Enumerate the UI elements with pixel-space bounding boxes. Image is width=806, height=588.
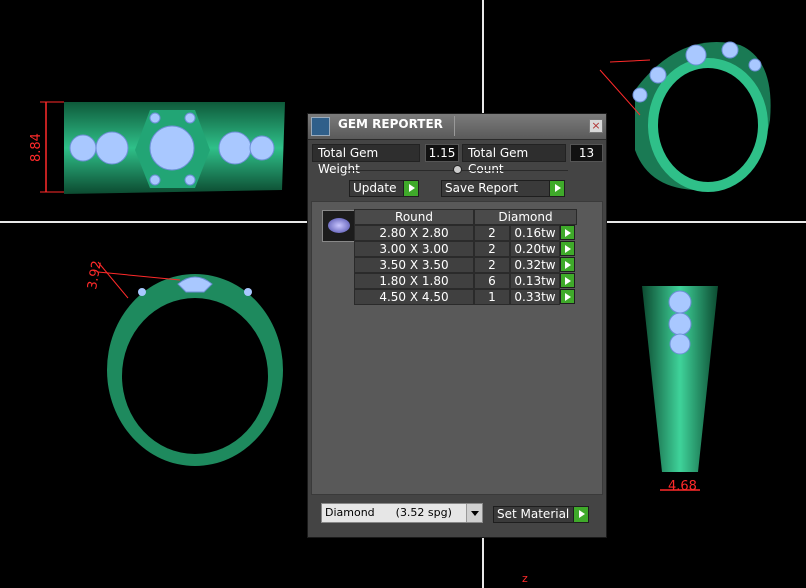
- row-4-select-button[interactable]: [560, 273, 575, 288]
- front-dimension-label: 8.84: [29, 133, 44, 162]
- save-report-button[interactable]: Save Report: [441, 180, 565, 197]
- table-header-material: Diamond: [474, 209, 577, 225]
- play-icon: [549, 181, 564, 196]
- viewport-top-view[interactable]: 8.84: [0, 0, 300, 220]
- row-2-count: 2: [474, 241, 510, 257]
- axis-label: z: [522, 572, 528, 585]
- row-3-size: 3.50 X 3.50: [354, 257, 474, 273]
- row-5-weight: 0.33tw: [510, 289, 560, 305]
- total-gem-weight-value: 1.15: [425, 144, 459, 162]
- close-icon[interactable]: ×: [589, 119, 603, 133]
- play-icon: [573, 507, 588, 522]
- set-material-button-label: Set Material: [497, 507, 570, 521]
- gem-list-area: Round Diamond 2.80 X 2.80 2 0.16tw 3.00 …: [311, 201, 603, 495]
- row-5-select-button[interactable]: [560, 289, 575, 304]
- right-dimension-label: 4.68: [668, 479, 697, 494]
- table-header-shape: Round: [354, 209, 474, 225]
- gem-reporter-app-icon: [311, 117, 330, 136]
- titlebar[interactable]: GEM REPORTER ×: [308, 114, 606, 140]
- viewport-side-view[interactable]: 3.92: [80, 250, 310, 470]
- row-4-count: 6: [474, 273, 510, 289]
- row-1-select-button[interactable]: [560, 225, 575, 240]
- row-5-size: 4.50 X 4.50: [354, 289, 474, 305]
- row-5-count: 1: [474, 289, 510, 305]
- row-1-count: 2: [474, 225, 510, 241]
- row-2-weight: 0.20tw: [510, 241, 560, 257]
- row-3-count: 2: [474, 257, 510, 273]
- play-icon: [403, 181, 418, 196]
- collapse-knob-icon[interactable]: [453, 165, 462, 174]
- row-3-select-button[interactable]: [560, 257, 575, 272]
- panel-title: GEM REPORTER: [338, 117, 443, 131]
- material-select[interactable]: Diamond (3.52 spg): [321, 503, 483, 523]
- save-report-button-label: Save Report: [445, 181, 519, 195]
- update-button[interactable]: Update: [349, 180, 419, 197]
- row-2-size: 3.00 X 3.00: [354, 241, 474, 257]
- left-dimension-label: 3.92: [85, 260, 105, 291]
- viewport-perspective[interactable]: [590, 20, 790, 200]
- row-4-weight: 0.13tw: [510, 273, 560, 289]
- chevron-down-icon[interactable]: [466, 504, 482, 522]
- row-1-size: 2.80 X 2.80: [354, 225, 474, 241]
- gem-reporter-panel: GEM REPORTER × Total Gem Weight 1.15 Tot…: [307, 113, 607, 538]
- row-2-select-button[interactable]: [560, 241, 575, 256]
- row-4-size: 1.80 X 1.80: [354, 273, 474, 289]
- total-gem-count-label: Total Gem Count: [462, 144, 566, 176]
- round-gem-icon[interactable]: [322, 210, 356, 242]
- update-button-label: Update: [353, 181, 397, 195]
- set-material-button[interactable]: Set Material: [493, 506, 589, 523]
- material-select-value: Diamond (3.52 spg): [325, 506, 452, 519]
- row-3-weight: 0.32tw: [510, 257, 560, 273]
- total-gem-count-value: 13: [570, 144, 603, 162]
- total-gem-weight-label: Total Gem Weight: [312, 144, 420, 176]
- row-1-weight: 0.16tw: [510, 225, 560, 241]
- viewport-front-shank[interactable]: 4.68: [630, 280, 730, 500]
- title-separator: [454, 116, 455, 136]
